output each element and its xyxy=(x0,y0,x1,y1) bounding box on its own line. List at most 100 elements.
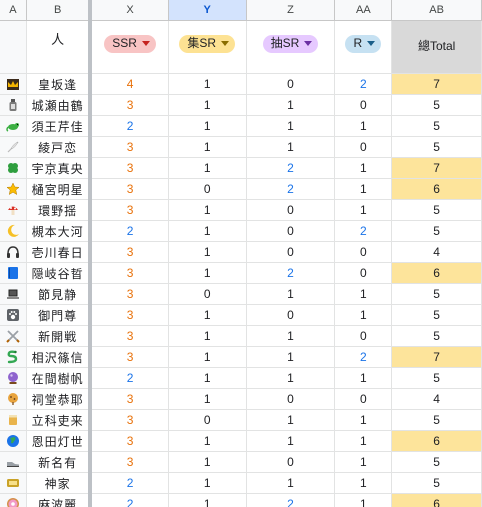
ssr-cell[interactable]: 3 xyxy=(90,178,169,200)
total-cell[interactable]: 5 xyxy=(391,304,482,326)
ssr-cell[interactable]: 3 xyxy=(90,283,169,305)
r-cell[interactable]: 1 xyxy=(334,493,393,507)
row-icon-cell[interactable] xyxy=(0,409,27,431)
ji-sr-cell[interactable]: 1 xyxy=(168,472,247,494)
r-filter-chip[interactable]: R xyxy=(345,35,382,53)
ssr-cell[interactable]: 3 xyxy=(90,388,169,410)
name-cell[interactable]: 恩田灯世 xyxy=(26,430,93,452)
chou-sr-cell[interactable]: 0 xyxy=(246,241,336,263)
column-header-x[interactable]: X xyxy=(90,0,169,21)
row-icon-cell[interactable] xyxy=(0,304,27,326)
ji-sr-cell[interactable]: 0 xyxy=(168,178,247,200)
total-cell[interactable]: 6 xyxy=(391,430,482,452)
r-cell[interactable]: 1 xyxy=(334,367,393,389)
row-header[interactable] xyxy=(0,20,27,74)
total-cell[interactable]: 5 xyxy=(391,472,482,494)
total-cell[interactable]: 7 xyxy=(391,346,482,368)
total-cell[interactable]: 5 xyxy=(391,94,482,116)
ji-sr-cell[interactable]: 1 xyxy=(168,346,247,368)
chou-sr-cell[interactable]: 0 xyxy=(246,73,336,95)
total-cell[interactable]: 4 xyxy=(391,388,482,410)
name-cell[interactable]: 在間樹帆 xyxy=(26,367,93,389)
row-icon-cell[interactable] xyxy=(0,283,27,305)
ssr-cell[interactable]: 3 xyxy=(90,325,169,347)
ji-sr-cell[interactable]: 1 xyxy=(168,262,247,284)
name-cell[interactable]: 相沢篠信 xyxy=(26,346,93,368)
row-icon-cell[interactable] xyxy=(0,430,27,452)
ji-sr-cell[interactable]: 0 xyxy=(168,283,247,305)
name-cell[interactable]: 立科吏来 xyxy=(26,409,93,431)
r-cell[interactable]: 1 xyxy=(334,178,393,200)
total-cell[interactable]: 5 xyxy=(391,220,482,242)
row-icon-cell[interactable] xyxy=(0,325,27,347)
ssr-cell[interactable]: 3 xyxy=(90,157,169,179)
ssr-filter-chip[interactable]: SSR xyxy=(104,35,156,53)
ssr-cell[interactable]: 3 xyxy=(90,451,169,473)
total-cell[interactable]: 6 xyxy=(391,178,482,200)
total-header-cell[interactable]: 總Total xyxy=(391,20,482,74)
name-cell[interactable]: 隠岐谷晢 xyxy=(26,262,93,284)
name-cell[interactable]: 祠堂恭耶 xyxy=(26,388,93,410)
chou-sr-cell[interactable]: 1 xyxy=(246,409,336,431)
ji-sr-cell[interactable]: 1 xyxy=(168,136,247,158)
r-cell[interactable]: 1 xyxy=(334,157,393,179)
chou-sr-cell[interactable]: 1 xyxy=(246,367,336,389)
name-cell[interactable]: 麻波麗 xyxy=(26,493,93,507)
name-cell[interactable]: 神家 xyxy=(26,472,93,494)
ji-sr-cell[interactable]: 1 xyxy=(168,157,247,179)
ji-sr-cell[interactable]: 1 xyxy=(168,367,247,389)
chou-sr-cell[interactable]: 2 xyxy=(246,157,336,179)
total-cell[interactable]: 5 xyxy=(391,367,482,389)
column-header-b[interactable]: B xyxy=(26,0,93,21)
name-cell[interactable]: 須王芹佳 xyxy=(26,115,93,137)
ji-sr-cell[interactable]: 1 xyxy=(168,388,247,410)
r-cell[interactable]: 0 xyxy=(334,94,393,116)
chou-sr-cell[interactable]: 1 xyxy=(246,472,336,494)
row-icon-cell[interactable] xyxy=(0,178,27,200)
chou-sr-cell[interactable]: 1 xyxy=(246,94,336,116)
chou-sr-cell[interactable]: 1 xyxy=(246,430,336,452)
r-cell[interactable]: 1 xyxy=(334,199,393,221)
ji-sr-cell[interactable]: 1 xyxy=(168,493,247,507)
ssr-cell[interactable]: 2 xyxy=(90,220,169,242)
ji-sr-filter-cell[interactable]: 集SR xyxy=(168,20,247,74)
r-cell[interactable]: 0 xyxy=(334,262,393,284)
r-cell[interactable]: 2 xyxy=(334,73,393,95)
name-cell[interactable]: 御門尊 xyxy=(26,304,93,326)
ssr-cell[interactable]: 3 xyxy=(90,430,169,452)
chou-sr-cell[interactable]: 0 xyxy=(246,388,336,410)
row-icon-cell[interactable] xyxy=(0,367,27,389)
ji-sr-cell[interactable]: 1 xyxy=(168,73,247,95)
total-cell[interactable]: 5 xyxy=(391,199,482,221)
ssr-cell[interactable]: 3 xyxy=(90,136,169,158)
ssr-cell[interactable]: 2 xyxy=(90,472,169,494)
r-cell[interactable]: 0 xyxy=(334,241,393,263)
total-cell[interactable]: 6 xyxy=(391,262,482,284)
ji-sr-cell[interactable]: 1 xyxy=(168,325,247,347)
ji-sr-cell[interactable]: 1 xyxy=(168,199,247,221)
chou-sr-cell[interactable]: 1 xyxy=(246,283,336,305)
row-icon-cell[interactable] xyxy=(0,115,27,137)
ssr-cell[interactable]: 2 xyxy=(90,115,169,137)
row-icon-cell[interactable] xyxy=(0,157,27,179)
total-cell[interactable]: 5 xyxy=(391,325,482,347)
r-cell[interactable]: 1 xyxy=(334,430,393,452)
r-cell[interactable]: 0 xyxy=(334,388,393,410)
name-cell[interactable]: 槻本大河 xyxy=(26,220,93,242)
row-icon-cell[interactable] xyxy=(0,388,27,410)
row-icon-cell[interactable] xyxy=(0,262,27,284)
row-icon-cell[interactable] xyxy=(0,493,27,507)
chou-sr-cell[interactable]: 1 xyxy=(246,325,336,347)
r-cell[interactable]: 1 xyxy=(334,115,393,137)
chou-sr-cell[interactable]: 0 xyxy=(246,220,336,242)
total-cell[interactable]: 6 xyxy=(391,493,482,507)
row-icon-cell[interactable] xyxy=(0,346,27,368)
row-icon-cell[interactable] xyxy=(0,94,27,116)
ssr-cell[interactable]: 2 xyxy=(90,493,169,507)
row-icon-cell[interactable] xyxy=(0,451,27,473)
column-header-y[interactable]: Y xyxy=(168,0,247,21)
column-header-a[interactable]: A xyxy=(0,0,27,21)
chou-sr-cell[interactable]: 0 xyxy=(246,451,336,473)
name-cell[interactable]: 新名有 xyxy=(26,451,93,473)
chou-sr-cell[interactable]: 2 xyxy=(246,262,336,284)
